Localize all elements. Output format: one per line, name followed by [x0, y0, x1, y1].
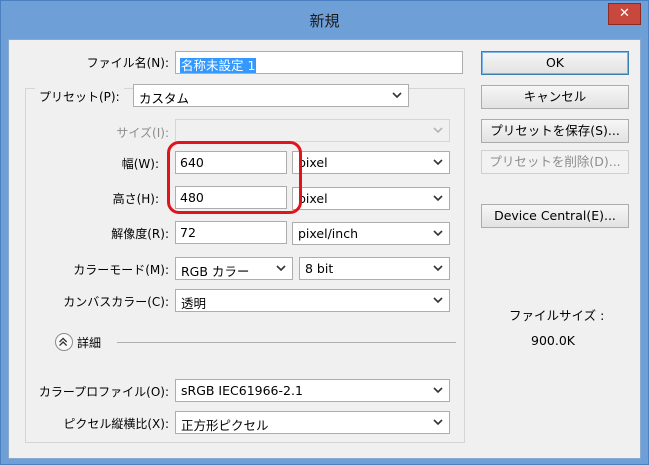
- resolution-unit-value: pixel/inch: [298, 226, 358, 241]
- pixel-aspect-label: ピクセル縦横比(X):: [63, 417, 169, 431]
- color-profile-value: sRGB IEC61966-2.1: [181, 383, 303, 398]
- pixel-aspect-dropdown[interactable]: 正方形ピクセル: [175, 411, 450, 434]
- chevron-down-icon: [392, 92, 402, 99]
- filename-label: ファイル名(N):: [86, 56, 169, 70]
- chevron-down-icon: [433, 265, 443, 272]
- resolution-label: 解像度(R):: [111, 227, 169, 241]
- color-mode-label: カラーモード(M):: [73, 263, 169, 277]
- color-profile-dropdown[interactable]: sRGB IEC61966-2.1: [175, 379, 450, 402]
- details-expander[interactable]: [55, 333, 73, 351]
- preset-label: プリセット(P):: [35, 88, 124, 105]
- chevron-down-icon: [433, 127, 443, 134]
- chevron-down-icon: [433, 297, 443, 304]
- width-height-highlight: [167, 141, 302, 214]
- background-value: 透明: [181, 296, 207, 311]
- resolution-unit-dropdown[interactable]: pixel/inch: [292, 222, 450, 245]
- dialog-body: ファイル名(N): 名称未設定 1 プリセット(P): カスタム サイズ(I):…: [8, 39, 641, 459]
- title-bar[interactable]: 新規 ✕: [1, 1, 648, 39]
- width-unit-dropdown[interactable]: pixel: [292, 151, 450, 174]
- details-label[interactable]: 詳細: [77, 334, 101, 351]
- close-icon: ✕: [619, 6, 630, 21]
- size-label: サイズ(I):: [116, 126, 169, 140]
- file-size-value: 900.0K: [531, 333, 575, 348]
- background-dropdown[interactable]: 透明: [175, 289, 450, 312]
- chevron-down-icon: [276, 265, 286, 272]
- preset-dropdown[interactable]: カスタム: [133, 84, 409, 107]
- height-unit-value: pixel: [298, 191, 328, 206]
- filename-input[interactable]: 名称未設定 1: [175, 51, 463, 74]
- details-separator: [117, 342, 456, 343]
- background-label: カンバスカラー(C):: [63, 295, 169, 309]
- width-label: 幅(W):: [121, 157, 159, 171]
- close-button[interactable]: ✕: [608, 3, 641, 25]
- height-unit-dropdown[interactable]: pixel: [292, 187, 450, 210]
- chevron-up-double-icon: [59, 337, 68, 347]
- chevron-down-icon: [433, 387, 443, 394]
- filename-value: 名称未設定 1: [180, 58, 257, 73]
- chevron-down-icon: [433, 230, 443, 237]
- new-document-dialog: 新規 ✕ ファイル名(N): 名称未設定 1 プリセット(P): カスタム サイ…: [0, 0, 649, 465]
- cancel-button[interactable]: キャンセル: [481, 85, 629, 109]
- pixel-aspect-value: 正方形ピクセル: [181, 418, 269, 433]
- preset-value: カスタム: [139, 91, 190, 106]
- color-mode-dropdown[interactable]: RGB カラー: [175, 257, 293, 280]
- ok-button[interactable]: OK: [481, 51, 629, 75]
- width-unit-value: pixel: [298, 155, 328, 170]
- height-label: 高さ(H):: [112, 192, 159, 206]
- bit-depth-value: 8 bit: [305, 261, 334, 276]
- bit-depth-dropdown[interactable]: 8 bit: [299, 257, 450, 280]
- chevron-down-icon: [433, 195, 443, 202]
- delete-preset-button: プリセットを削除(D)...: [481, 150, 629, 174]
- save-preset-button[interactable]: プリセットを保存(S)...: [481, 119, 629, 143]
- device-central-button[interactable]: Device Central(E)...: [481, 204, 629, 228]
- file-size-label: ファイルサイズ :: [509, 308, 605, 323]
- color-mode-value: RGB カラー: [181, 264, 250, 279]
- chevron-down-icon: [433, 159, 443, 166]
- resolution-input[interactable]: 72: [175, 221, 287, 244]
- chevron-down-icon: [433, 419, 443, 426]
- color-profile-label: カラープロファイル(O):: [38, 385, 169, 399]
- dialog-title: 新規: [309, 12, 340, 30]
- size-dropdown: [175, 119, 450, 142]
